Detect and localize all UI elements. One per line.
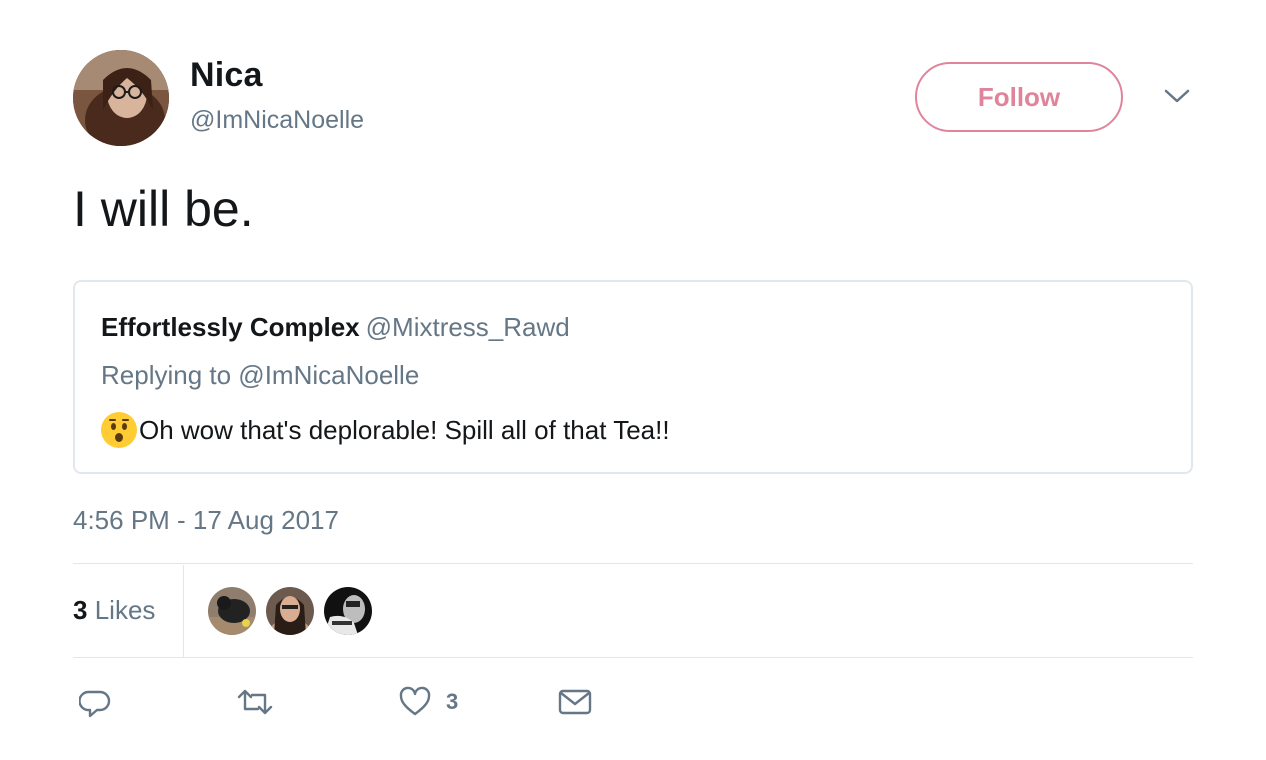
- direct-message-button[interactable]: [558, 686, 592, 718]
- retweet-button[interactable]: [236, 686, 274, 718]
- tweet-text: I will be.: [73, 181, 254, 237]
- like-count: 3: [446, 689, 459, 714]
- likes-separator: [183, 565, 184, 657]
- author-handle[interactable]: @ImNicaNoelle: [190, 106, 364, 135]
- envelope-icon: [558, 689, 592, 715]
- author-name[interactable]: Nica: [190, 56, 263, 95]
- likes-label: Likes: [94, 595, 156, 625]
- likes-count: 3: [73, 595, 88, 625]
- divider-top: [73, 563, 1193, 564]
- hushed-face-emoji-icon: [101, 412, 137, 448]
- liker-avatar-1[interactable]: [208, 587, 256, 635]
- liker-avatar-2[interactable]: [266, 587, 314, 635]
- like-button[interactable]: 3: [398, 686, 458, 718]
- reply-button[interactable]: [79, 686, 111, 718]
- quoted-author-line: Effortlessly Complex @Mixtress_Rawd: [101, 312, 570, 343]
- quoted-tweet-body: Oh wow that's deplorable! Spill all of t…: [101, 412, 670, 448]
- retweet-icon: [237, 689, 273, 715]
- quoted-author-name: Effortlessly Complex: [101, 312, 360, 342]
- tweet-timestamp[interactable]: 4:56 PM - 17 Aug 2017: [73, 505, 339, 536]
- tweet-actions: 3: [73, 680, 1193, 730]
- reply-icon: [79, 690, 111, 718]
- quoted-tweet[interactable]: Effortlessly Complex @Mixtress_Rawd Reply…: [73, 280, 1193, 474]
- likes-count-link[interactable]: 3 Likes: [73, 595, 155, 626]
- quoted-author-handle: @Mixtress_Rawd: [365, 312, 570, 342]
- follow-button[interactable]: Follow: [915, 62, 1123, 132]
- likes-section: 3 Likes: [73, 565, 1193, 657]
- liker-avatar-3[interactable]: [324, 587, 372, 635]
- heart-icon: [399, 686, 431, 716]
- replying-to-line: Replying to @ImNicaNoelle: [101, 360, 420, 390]
- chevron-down-icon[interactable]: [1163, 86, 1191, 106]
- author-avatar[interactable]: [73, 50, 169, 146]
- quoted-tweet-text: Oh wow that's deplorable! Spill all of t…: [139, 414, 670, 445]
- divider-bottom: [73, 657, 1193, 658]
